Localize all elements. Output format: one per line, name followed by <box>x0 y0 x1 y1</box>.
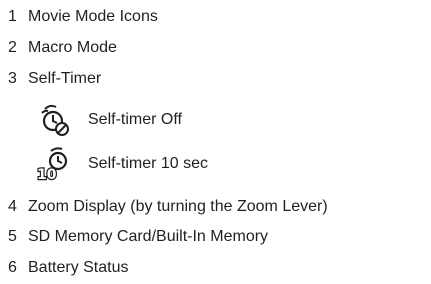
item-number: 1 <box>8 8 17 25</box>
self-timer-off-row: Self-timer Off <box>36 102 182 138</box>
item-number: 4 <box>8 198 17 215</box>
item-number: 5 <box>8 228 17 245</box>
item-number: 6 <box>8 259 17 276</box>
list-item-4: 4 Zoom Display (by turning the Zoom Leve… <box>0 194 328 220</box>
self-timer-10sec-label: Self-timer 10 sec <box>88 155 209 172</box>
list-item-6: 6 Battery Status <box>0 255 129 281</box>
self-timer-off-icon <box>36 103 72 137</box>
self-timer-10-text: 10 <box>37 167 57 181</box>
item-label: SD Memory Card/Built-In Memory <box>28 228 269 245</box>
item-label: Movie Mode Icons <box>28 8 158 25</box>
list-item-3: 3 Self-Timer <box>0 66 101 92</box>
item-label: Macro Mode <box>28 39 117 56</box>
item-label: Battery Status <box>28 259 129 276</box>
legend-list: 1 Movie Mode Icons 2 Macro Mode 3 Self-T… <box>0 0 431 284</box>
item-label: Zoom Display (by turning the Zoom Lever) <box>28 198 328 215</box>
self-timer-off-label: Self-timer Off <box>88 111 182 128</box>
self-timer-10sec-row: 10 Self-timer 10 sec <box>36 146 208 182</box>
item-label: Self-Timer <box>28 70 102 87</box>
list-item-1: 1 Movie Mode Icons <box>0 4 158 30</box>
item-number: 3 <box>8 70 17 87</box>
item-number: 2 <box>8 39 17 56</box>
self-timer-10sec-icon: 10 <box>36 147 72 181</box>
list-item-5: 5 SD Memory Card/Built-In Memory <box>0 224 268 250</box>
list-item-2: 2 Macro Mode <box>0 35 117 61</box>
